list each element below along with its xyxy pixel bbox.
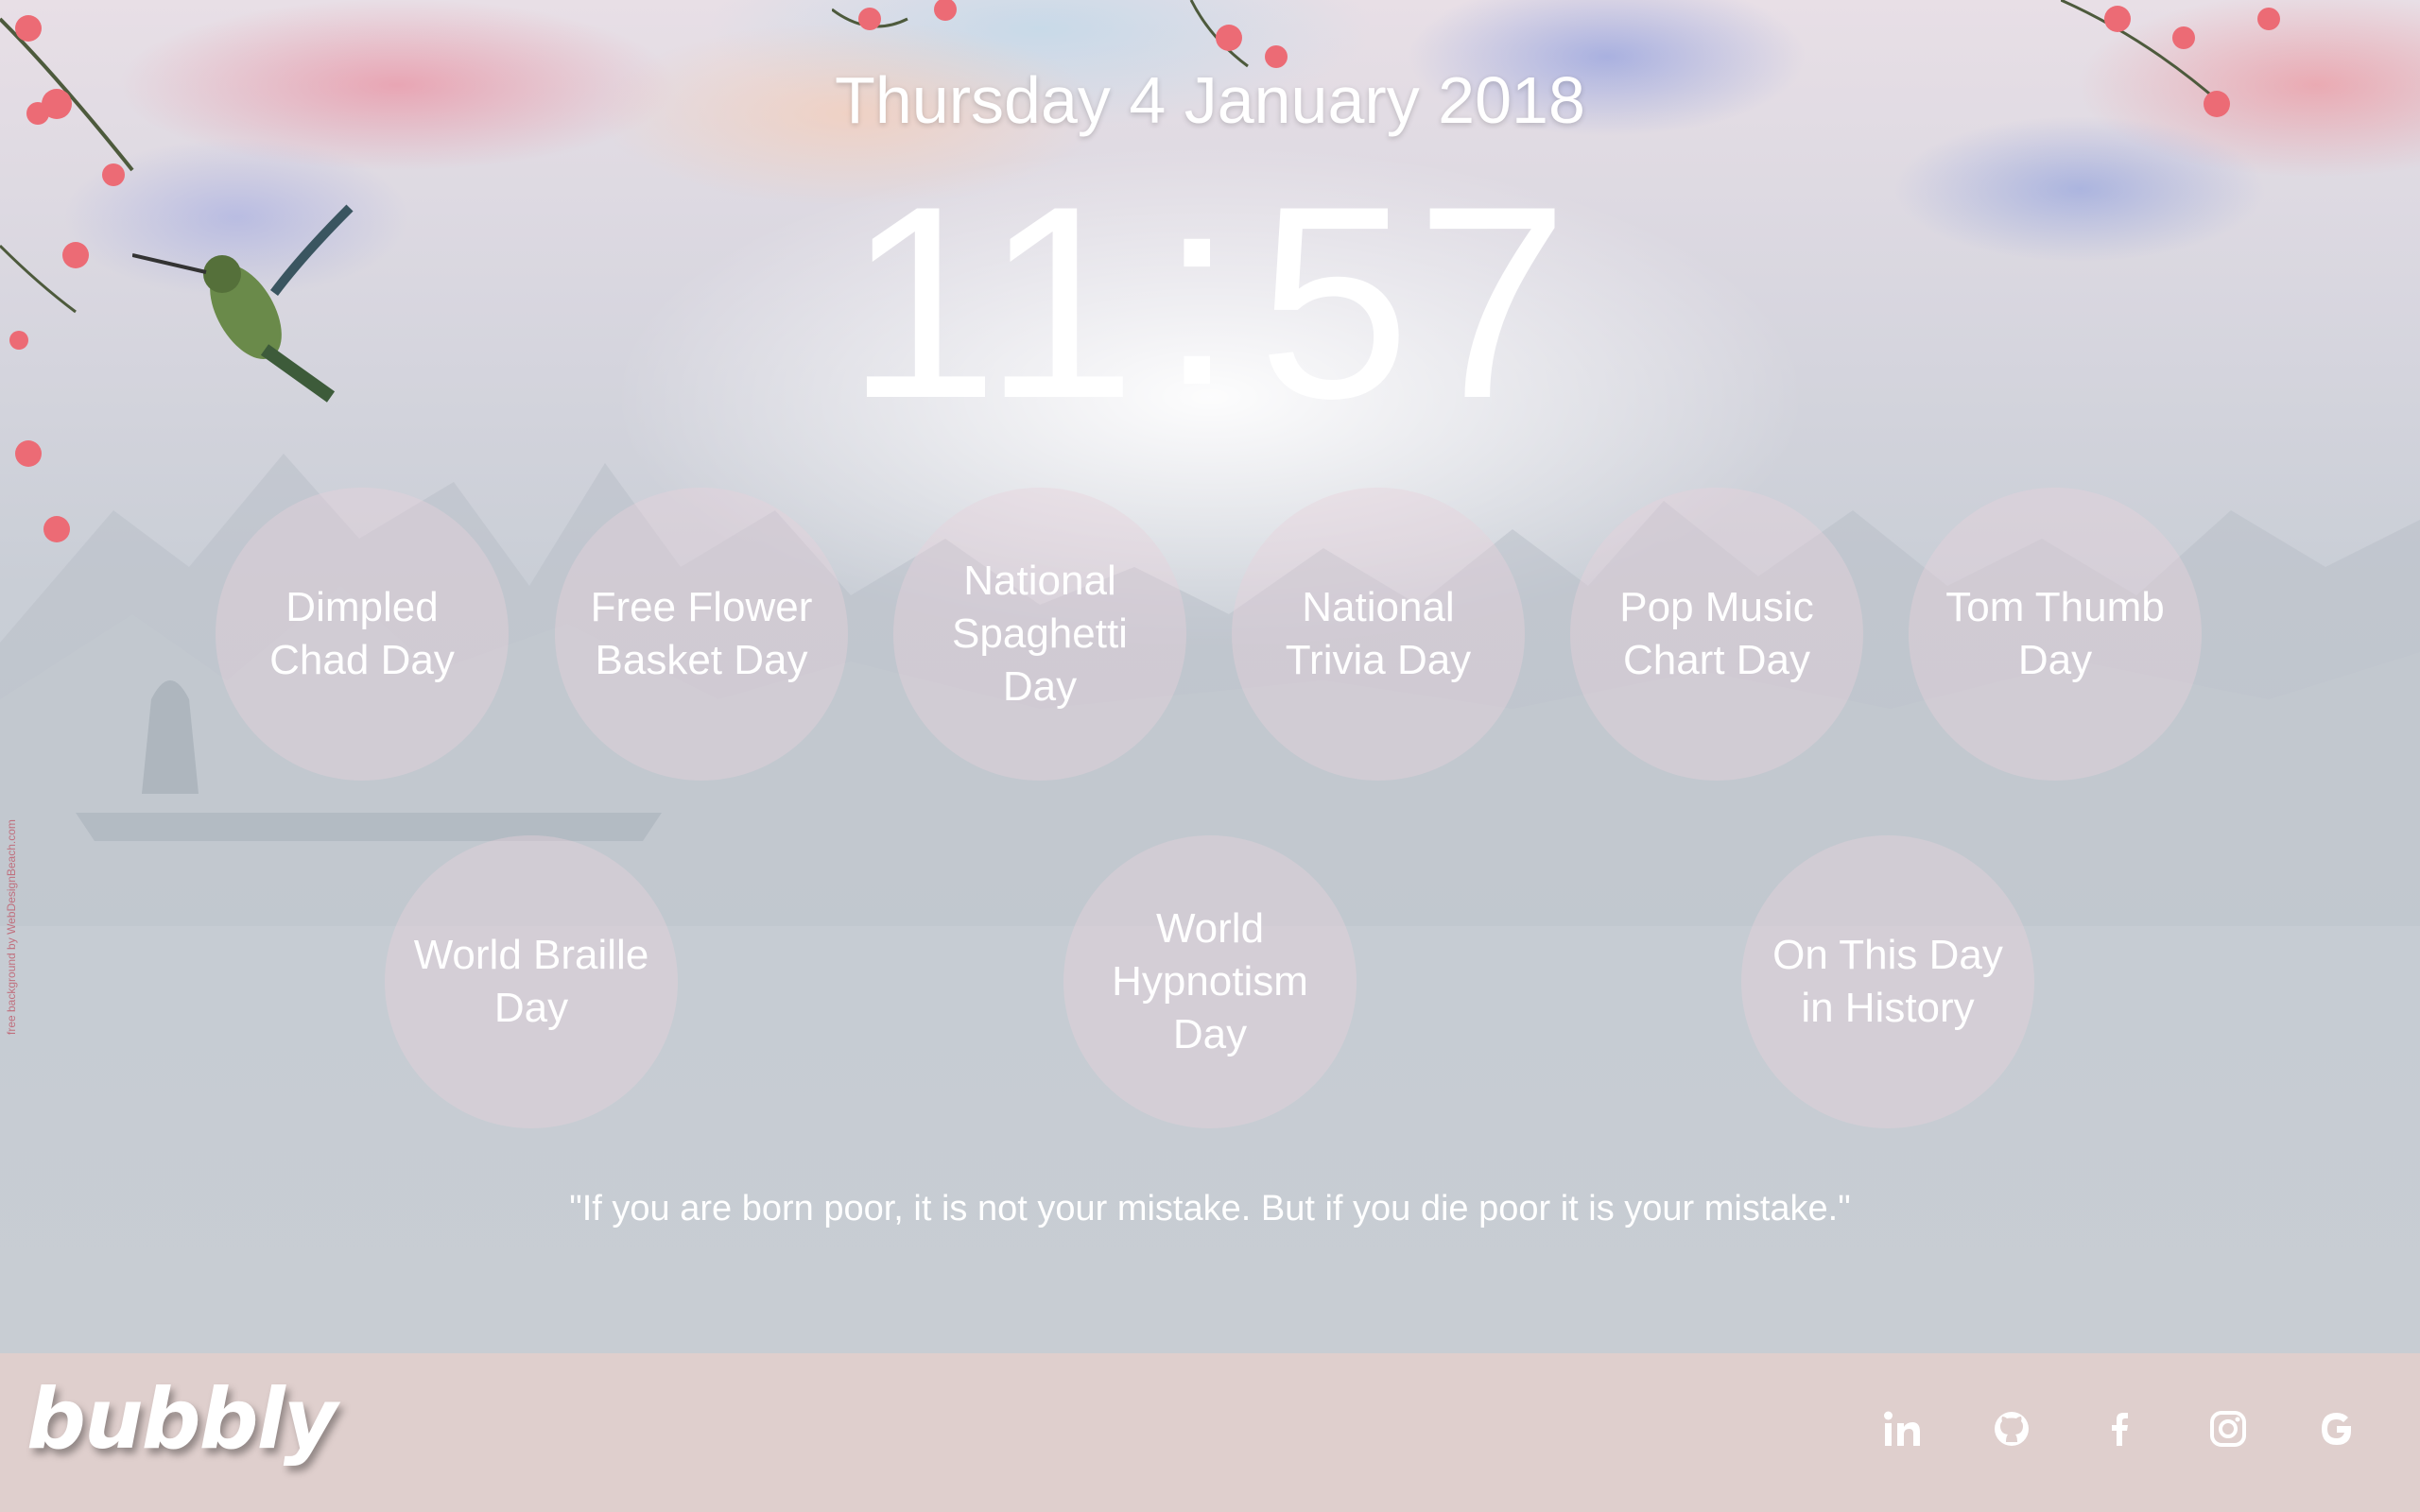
event-bubble-dimpled-chad-day[interactable]: Dimpled Chad Day (216, 488, 509, 781)
event-bubble-world-hypnotism-day[interactable]: World Hypnotism Day (1063, 835, 1357, 1128)
event-bubble-free-flower-basket-day[interactable]: Free Flower Basket Day (555, 488, 848, 781)
event-label: Pop Music Chart Day (1619, 584, 1814, 683)
clock-separator: : (1158, 136, 1241, 442)
event-bubble-tom-thumb-day[interactable]: Tom Thumb Day (1909, 488, 2202, 781)
google-icon[interactable] (2304, 1396, 2370, 1462)
event-label: Tom Thumb Day (1945, 584, 2165, 683)
event-label: National Trivia Day (1285, 584, 1472, 683)
facebook-icon[interactable] (2086, 1396, 2152, 1462)
svg-text:free background by WebDesignBe: free background by WebDesignBeach.com (5, 819, 18, 1035)
event-label: Dimpled Chad Day (269, 584, 455, 683)
event-label: National Spaghetti Day (952, 558, 1128, 710)
clock-hours: 11 (845, 149, 1142, 455)
event-label: On This Day in History (1772, 932, 2003, 1031)
event-bubble-on-this-day-in-history[interactable]: On This Day in History (1741, 835, 2034, 1128)
current-date: Thursday 4 January 2018 (835, 63, 1585, 137)
event-bubble-national-spaghetti-day[interactable]: National Spaghetti Day (893, 488, 1186, 781)
bubbly-logo[interactable]: bubbly (26, 1370, 337, 1468)
event-bubble-world-braille-day[interactable]: World Braille Day (385, 835, 678, 1128)
github-icon[interactable] (1979, 1396, 2045, 1462)
footer-bar (0, 1353, 2420, 1512)
event-bubble-national-trivia-day[interactable]: National Trivia Day (1232, 488, 1525, 781)
clock-minutes: 57 (1257, 149, 1575, 455)
background-credit: free background by WebDesignBeach.com (5, 819, 18, 1035)
event-label: World Braille Day (413, 932, 649, 1031)
event-label: Free Flower Basket Day (590, 584, 813, 683)
daily-quote: "If you are born poor, it is not your mi… (569, 1189, 1851, 1228)
instagram-icon[interactable] (2195, 1396, 2261, 1462)
event-label: World Hypnotism Day (1112, 905, 1308, 1057)
linkedin-icon[interactable] (1869, 1396, 1935, 1462)
event-bubble-pop-music-chart-day[interactable]: Pop Music Chart Day (1570, 488, 1863, 781)
clock: 11:57 (0, 147, 2420, 444)
